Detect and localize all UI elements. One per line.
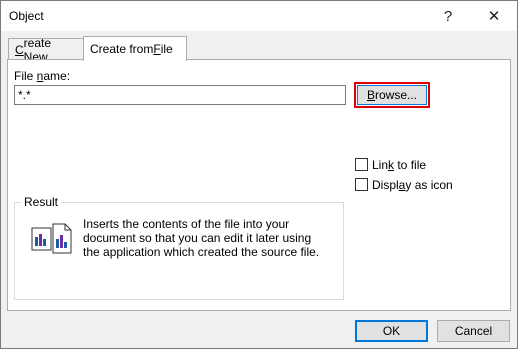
file-name-input[interactable]: *.* [14,85,346,105]
result-document-icon [31,223,72,254]
help-icon[interactable]: ? [425,1,471,31]
tab-create-from-file[interactable]: Create from File [83,36,187,61]
title-bar: Object ? ✕ [1,1,517,31]
object-dialog: Object ? ✕ Create New Create from File F… [0,0,518,349]
display-as-icon-label[interactable]: Display as icon [372,178,453,192]
cancel-button[interactable]: Cancel [437,320,510,342]
link-to-file-label[interactable]: Link to file [372,158,426,172]
result-group: Result Inserts the contents of the file … [14,195,344,300]
result-title: Result [21,195,62,209]
ok-button[interactable]: OK [355,320,428,342]
display-as-icon-checkbox[interactable] [355,178,368,191]
result-description: Inserts the contents of the file into yo… [83,217,320,259]
dialog-title: Object [9,9,44,23]
close-icon[interactable]: ✕ [471,1,517,31]
browse-button[interactable]: Browse... [354,82,430,108]
tab-create-new[interactable]: Create New [8,36,85,64]
file-name-label: File name: [14,69,71,83]
link-to-file-checkbox[interactable] [355,158,368,171]
tab-panel: File name: *.* Browse... Link to file Di… [7,59,511,311]
